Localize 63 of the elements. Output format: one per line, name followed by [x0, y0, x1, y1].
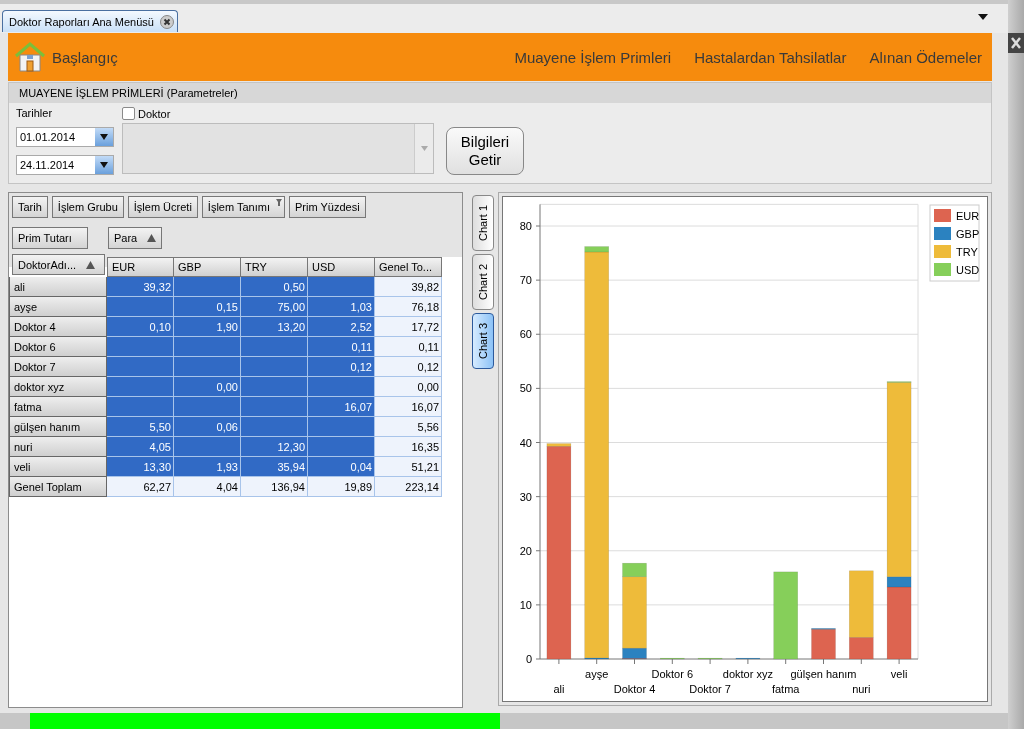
table-cell: 1,90 — [174, 317, 241, 337]
table-cell: 4,04 — [174, 477, 241, 497]
table-cell: 17,72 — [375, 317, 442, 337]
table-cell: 0,15 — [174, 297, 241, 317]
axis-label: 50 — [519, 382, 532, 395]
tab-title: Doktor Raporları Ana Menüsü — [9, 15, 154, 28]
axis-label: 10 — [519, 598, 532, 611]
axis-label: 80 — [519, 220, 532, 232]
axis-label: 30 — [519, 490, 532, 503]
axis-label: doktor xyz — [722, 668, 773, 680]
table-cell: 51,21 — [375, 457, 442, 477]
axis-label: 0 — [525, 653, 532, 665]
table-cell: 4,05 — [107, 437, 174, 457]
table-cell: 1,03 — [308, 297, 375, 317]
axis-label: Doktor 7 — [689, 683, 731, 695]
axis-label: 70 — [519, 274, 532, 287]
table-cell: 5,56 — [375, 417, 442, 437]
axis-label: veli — [890, 668, 908, 680]
table-cell: 76,18 — [375, 297, 442, 317]
legend-label: GBP — [956, 228, 980, 240]
table-cell: 62,27 — [107, 477, 174, 497]
axis-label: Doktor 4 — [613, 683, 656, 695]
table-cell: 0,11 — [375, 337, 442, 357]
axis-label: Doktor 6 — [651, 668, 694, 680]
table-cell: 0,00 — [174, 377, 241, 397]
table-cell: 39,82 — [375, 277, 442, 297]
table-cell: 16,35 — [375, 437, 442, 457]
table-cell: 16,07 — [375, 397, 442, 417]
axis-label: 40 — [519, 436, 532, 449]
table-cell: 2,52 — [308, 317, 375, 337]
table-cell: 16,07 — [308, 397, 375, 417]
table-cell: 13,20 — [241, 317, 308, 337]
table-cell: 39,32 — [107, 277, 174, 297]
axis-label: nuri — [852, 683, 871, 695]
legend-label: EUR — [956, 210, 980, 222]
axis-label: 20 — [519, 544, 532, 557]
table-cell: 35,94 — [241, 457, 308, 477]
table-cell: 0,12 — [375, 357, 442, 377]
table-cell: 1,93 — [174, 457, 241, 477]
table-cell: 0,10 — [107, 317, 174, 337]
table-cell: 0,11 — [308, 337, 375, 357]
table-cell: 5,50 — [107, 417, 174, 437]
table-cell: 0,00 — [375, 377, 442, 397]
table-cell: 223,14 — [375, 477, 442, 497]
table-cell: 0,06 — [174, 417, 241, 437]
table-cell: 136,94 — [241, 477, 308, 497]
legend-label: USD — [956, 264, 980, 276]
axis-label: gülşen hanım — [790, 668, 857, 680]
table-cell: 0,12 — [308, 357, 375, 377]
legend-label: TRY — [956, 246, 978, 258]
table-cell: 0,04 — [308, 457, 375, 477]
table-cell: 13,30 — [107, 457, 174, 477]
axis-label: ayşe — [585, 668, 609, 680]
table-cell: 0,50 — [241, 277, 308, 297]
axis-label: fatma — [771, 683, 800, 695]
field-label: Tarihler — [16, 107, 54, 119]
checkbox-label: Doktor — [138, 107, 171, 120]
axis-label: 60 — [519, 328, 532, 341]
panel-title: MUAYENE İŞLEM PRİMLERİ (Parametreler) — [9, 83, 991, 103]
table-cell: 12,30 — [241, 437, 308, 457]
table-cell: 75,00 — [241, 297, 308, 317]
table-cell: 19,89 — [308, 477, 375, 497]
axis-label: ali — [553, 683, 565, 695]
